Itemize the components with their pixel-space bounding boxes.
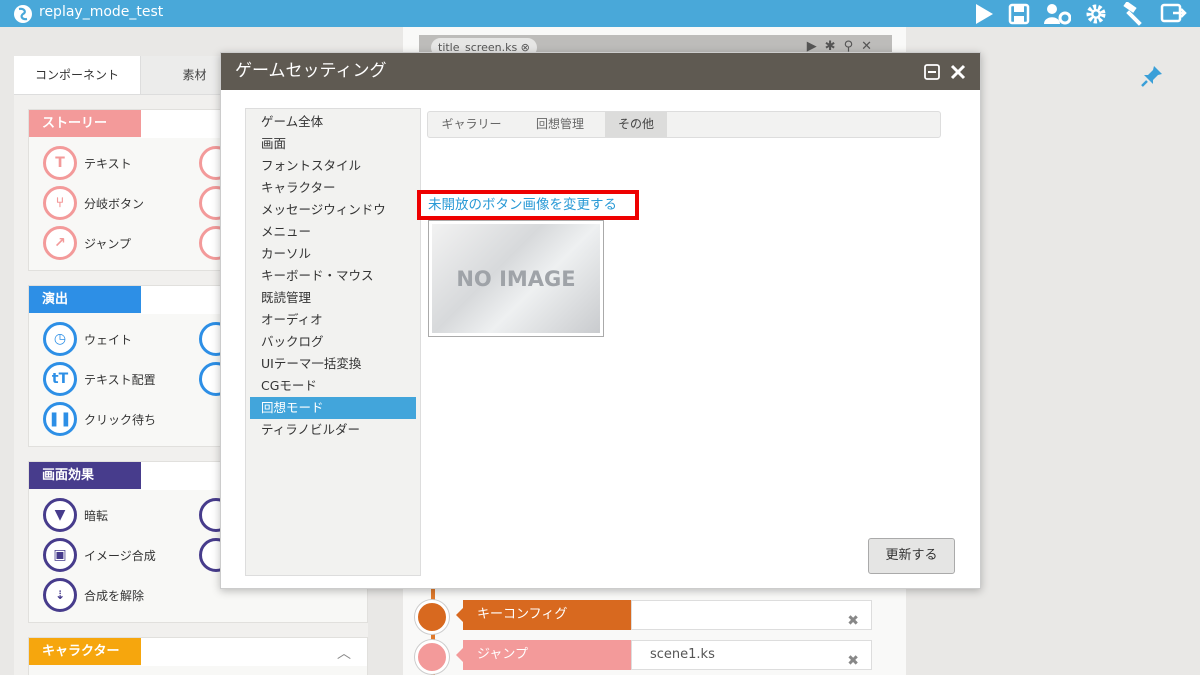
settings-item[interactable]: CGモード: [250, 375, 416, 397]
settings-item[interactable]: キャラクター: [250, 177, 416, 199]
component-release-composite[interactable]: ⇣ 合成を解除: [43, 578, 144, 612]
hammer-icon[interactable]: [1121, 1, 1147, 26]
pin-icon[interactable]: [1140, 64, 1164, 88]
settings-item[interactable]: 画面: [250, 133, 416, 155]
users-gear-icon[interactable]: [1043, 3, 1071, 25]
settings-item[interactable]: フォントスタイル: [250, 155, 416, 177]
component-click-wait[interactable]: ❚❚ クリック待ち: [43, 402, 156, 436]
branch-icon: ⑂: [43, 186, 77, 220]
component-blackout[interactable]: ▼ 暗転: [43, 498, 108, 532]
settings-icon[interactable]: [1084, 2, 1108, 26]
component-text[interactable]: T テキスト: [43, 146, 132, 180]
component-jump[interactable]: ↗ ジャンプ: [43, 226, 131, 260]
minimize-icon[interactable]: [924, 63, 940, 80]
component-click-wait-label: クリック待ち: [84, 412, 157, 427]
component-wait[interactable]: ◷ ウェイト: [43, 322, 132, 356]
settings-item[interactable]: ティラノビルダー: [250, 419, 416, 441]
component-jump-label: ジャンプ: [84, 236, 132, 251]
export-icon[interactable]: [1160, 3, 1188, 25]
category-direction-label[interactable]: 演出: [29, 286, 141, 313]
settings-item[interactable]: ゲーム全体: [250, 111, 416, 133]
clock-icon: ◷: [43, 322, 77, 356]
tab-components[interactable]: コンポーネント: [14, 56, 141, 94]
app-logo-icon: [14, 5, 32, 23]
timeline-value: scene1.ks ✖: [631, 640, 872, 670]
top-bar: replay_mode_test: [0, 0, 1200, 27]
component-text-placement-label: テキスト配置: [84, 372, 156, 387]
timeline-value: ✖: [631, 600, 872, 630]
close-icon[interactable]: [950, 64, 966, 80]
timeline-row-jump[interactable]: ジャンプ scene1.ks ✖: [415, 640, 872, 674]
settings-item[interactable]: バックログ: [250, 331, 416, 353]
settings-item[interactable]: オーディオ: [250, 309, 416, 331]
delete-icon[interactable]: ✖: [847, 607, 859, 635]
jump-icon: [415, 640, 449, 674]
jump-icon: ↗: [43, 226, 77, 260]
keyboard-icon: [415, 600, 449, 634]
dialog-body: ゲーム全体 画面 フォントスタイル キャラクター メッセージウィンドウ メニュー カーソルキ…: [221, 90, 980, 588]
change-locked-button-image-link[interactable]: 未開放のボタン画像を変更する: [417, 190, 639, 220]
settings-item[interactable]: UIテーマ一括変換: [250, 353, 416, 375]
delete-icon[interactable]: ✖: [847, 647, 859, 675]
save-icon[interactable]: [1008, 3, 1030, 25]
update-button[interactable]: 更新する: [868, 538, 955, 574]
text-placement-icon: tT: [43, 362, 77, 396]
settings-tabs: ギャラリー 回想管理 その他: [427, 111, 941, 138]
timeline-label: ジャンプ: [456, 640, 631, 670]
app-title: replay_mode_test: [39, 4, 164, 20]
settings-item[interactable]: キーボード・マウス: [250, 265, 416, 287]
category-story-label[interactable]: ストーリー: [29, 110, 141, 137]
text-icon: T: [43, 146, 77, 180]
component-text-label: テキスト: [84, 156, 132, 171]
game-settings-dialog: ゲームセッティング ゲーム全体 画面 フォントスタイル キャラクター メッセージウィンド…: [220, 52, 981, 589]
component-release-composite-label: 合成を解除: [84, 588, 145, 603]
tab-other[interactable]: その他: [605, 112, 667, 137]
component-image-composite-label: イメージ合成: [84, 548, 156, 563]
blackout-icon: ▼: [43, 498, 77, 532]
component-image-composite[interactable]: ▣ イメージ合成: [43, 538, 156, 572]
settings-item[interactable]: カーソル: [250, 243, 416, 265]
settings-item[interactable]: 回想モード: [250, 397, 416, 419]
timeline-label: キーコンフィグ: [456, 600, 631, 630]
category-screen-effects-label[interactable]: 画面効果: [29, 462, 141, 489]
tab-replay-management[interactable]: 回想管理: [515, 112, 605, 137]
settings-category-list: ゲーム全体 画面 フォントスタイル キャラクター メッセージウィンドウ メニュー カーソルキ…: [245, 108, 421, 576]
timeline-row-keyconfig[interactable]: キーコンフィグ ✖: [415, 600, 872, 634]
component-wait-label: ウェイト: [84, 332, 133, 347]
release-composite-icon: ⇣: [43, 578, 77, 612]
pause-icon: ❚❚: [43, 402, 77, 436]
category-character-label[interactable]: キャラクター: [29, 638, 141, 665]
component-blackout-label: 暗転: [84, 508, 109, 523]
dialog-header: ゲームセッティング: [221, 53, 980, 90]
component-branch-button[interactable]: ⑂ 分岐ボタン: [43, 186, 144, 220]
no-image-placeholder: NO IMAGE: [432, 224, 600, 333]
tab-gallery[interactable]: ギャラリー: [428, 112, 515, 137]
chevron-up-icon[interactable]: ︿: [337, 643, 351, 663]
settings-item[interactable]: メッセージウィンドウ: [250, 199, 416, 221]
settings-item[interactable]: 既読管理: [250, 287, 416, 309]
play-icon[interactable]: [973, 3, 995, 25]
settings-item[interactable]: メニュー: [250, 221, 416, 243]
image-icon: ▣: [43, 538, 77, 572]
locked-button-image-preview[interactable]: NO IMAGE: [428, 220, 604, 337]
component-branch-label: 分岐ボタン: [84, 196, 145, 211]
dialog-title: ゲームセッティング: [235, 61, 387, 81]
category-character: キャラクター ︿: [28, 637, 368, 675]
component-text-placement[interactable]: tT テキスト配置: [43, 362, 156, 396]
